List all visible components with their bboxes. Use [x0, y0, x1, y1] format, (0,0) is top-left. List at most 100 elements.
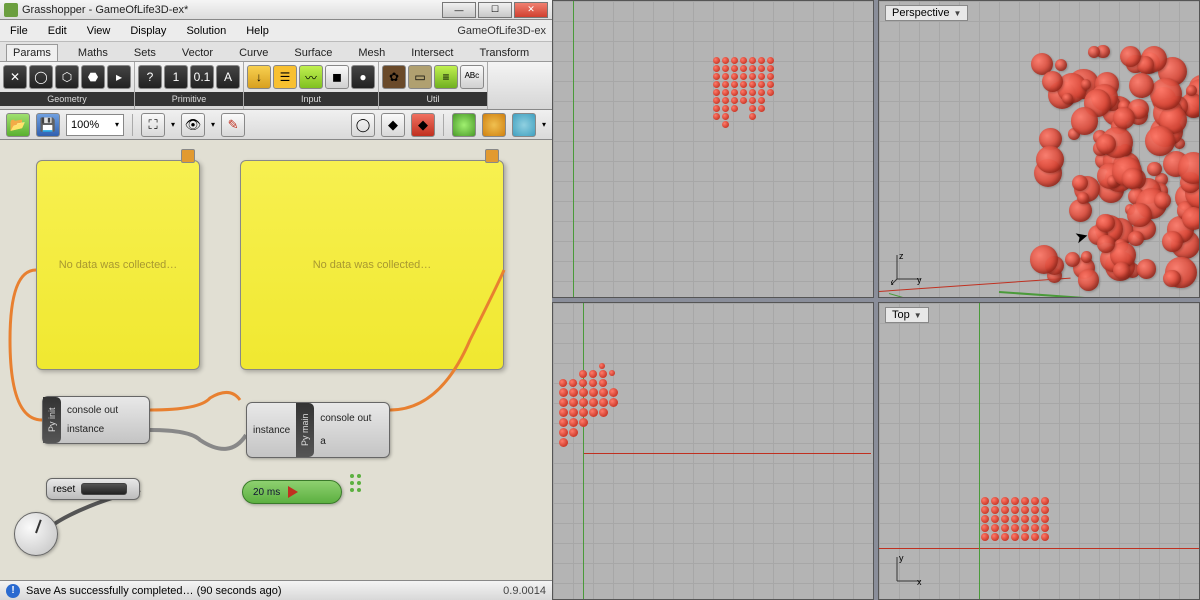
ribbon: ✕ ◯ ⬡ ⬣ ▸ Geometry ? 1 0.1 A Primitive ↓…	[0, 62, 552, 110]
ribbon-group-label: Primitive	[135, 92, 243, 106]
preview-button[interactable]: 👁	[181, 113, 205, 137]
zoom-input[interactable]: 100%▾	[66, 114, 124, 136]
node-output: console out	[320, 413, 371, 424]
input-icon[interactable]: ☰	[273, 65, 297, 89]
close-button[interactable]: ✕	[514, 2, 548, 18]
canvas[interactable]: No data was collected… No data was colle…	[0, 140, 552, 580]
svg-text:x: x	[891, 277, 894, 285]
geom-icon[interactable]: ✕	[3, 65, 27, 89]
prim-icon[interactable]: A	[216, 65, 240, 89]
panel-text: No data was collected…	[59, 259, 178, 271]
viewport-top[interactable]: Top▼ y x	[878, 302, 1200, 600]
geom-icon[interactable]: ◯	[29, 65, 53, 89]
secondary-toolbar: 📂 💾 100%▾ ⛶ ▾ 👁 ▾ ✎ ◯ ◆ ◆ ▾	[0, 110, 552, 140]
maximize-button[interactable]: ☐	[478, 2, 512, 18]
node-output: console out	[67, 405, 118, 416]
ribbon-group-label: Input	[244, 92, 378, 106]
chevron-down-icon: ▼	[953, 9, 961, 18]
open-button[interactable]: 📂	[6, 113, 30, 137]
slider-label: reset	[53, 484, 75, 495]
tab-maths[interactable]: Maths	[72, 45, 114, 61]
python-init-component[interactable]: Py init console out instance	[42, 396, 150, 444]
save-button[interactable]: 💾	[36, 113, 60, 137]
color-green-button[interactable]	[452, 113, 476, 137]
tab-params[interactable]: Params	[6, 44, 58, 61]
document-name: GameOfLife3D-ex	[457, 25, 546, 37]
node-output: a	[320, 436, 371, 447]
grasshopper-window: Grasshopper - GameOfLife3D-ex* — ☐ ✕ Fil…	[0, 0, 552, 600]
version-label: 0.9.0014	[503, 585, 546, 597]
sketch-button[interactable]: ✎	[221, 113, 245, 137]
menubar: File Edit View Display Solution Help Gam…	[0, 20, 552, 42]
util-icon[interactable]: ᴬᴮᶜ	[460, 65, 484, 89]
node-header: Py main	[296, 403, 314, 457]
menu-file[interactable]: File	[6, 23, 32, 39]
viewport-label[interactable]: Top▼	[885, 307, 929, 323]
tab-intersect[interactable]: Intersect	[405, 45, 459, 61]
input-icon[interactable]: 〰	[299, 65, 323, 89]
prim-icon[interactable]: 1	[164, 65, 188, 89]
geom-icon[interactable]: ▸	[107, 65, 131, 89]
timer-component[interactable]: 20 ms	[242, 480, 342, 504]
node-header: Py init	[43, 397, 61, 443]
color-orange-button[interactable]	[482, 113, 506, 137]
viewport-front[interactable]: /*placeholder*/	[552, 0, 874, 298]
geom-icon[interactable]: ⬡	[55, 65, 79, 89]
render-button[interactable]: ◆	[411, 113, 435, 137]
panel-component[interactable]: No data was collected…	[36, 160, 200, 370]
minimize-button[interactable]: —	[442, 2, 476, 18]
panel-component[interactable]: No data was collected…	[240, 160, 504, 370]
menu-display[interactable]: Display	[126, 23, 170, 39]
prim-icon[interactable]: ?	[138, 65, 162, 89]
viewport-perspective[interactable]: Perspective▼ z y x ➤	[878, 0, 1200, 298]
slider-track[interactable]	[81, 483, 127, 495]
tab-curve[interactable]: Curve	[233, 45, 274, 61]
util-icon[interactable]: ≡	[434, 65, 458, 89]
node-input: instance	[253, 425, 290, 436]
geom-icon[interactable]: ⬣	[81, 65, 105, 89]
info-icon: !	[6, 584, 20, 598]
play-icon	[288, 486, 298, 498]
input-icon[interactable]: ◼	[325, 65, 349, 89]
ribbon-tabs: Params Maths Sets Vector Curve Surface M…	[0, 42, 552, 62]
svg-text:x: x	[917, 577, 922, 587]
zoom-extents-button[interactable]: ⛶	[141, 113, 165, 137]
util-icon[interactable]: ▭	[408, 65, 432, 89]
axis-indicator: z y x	[891, 249, 927, 285]
menu-solution[interactable]: Solution	[182, 23, 230, 39]
python-main-component[interactable]: instance Py main console out a	[246, 402, 390, 458]
status-message: Save As successfully completed… (90 seco…	[26, 585, 282, 597]
wireframe-button[interactable]: ◯	[351, 113, 375, 137]
color-cyan-button[interactable]	[512, 113, 536, 137]
tab-vector[interactable]: Vector	[176, 45, 219, 61]
shaded-button[interactable]: ◆	[381, 113, 405, 137]
panel-tab-icon	[181, 149, 195, 163]
viewport-label[interactable]: Perspective▼	[885, 5, 968, 21]
panel-text: No data was collected…	[313, 259, 432, 271]
viewport-right[interactable]	[552, 302, 874, 600]
window-title: Grasshopper - GameOfLife3D-ex*	[22, 4, 442, 16]
statusbar: ! Save As successfully completed… (90 se…	[0, 580, 552, 600]
util-icon[interactable]: ✿	[382, 65, 406, 89]
svg-text:y: y	[899, 553, 904, 563]
node-output: instance	[67, 424, 118, 435]
prim-icon[interactable]: 0.1	[190, 65, 214, 89]
axis-indicator: y x	[891, 551, 927, 587]
tab-surface[interactable]: Surface	[288, 45, 338, 61]
compass-widget[interactable]	[14, 512, 58, 556]
menu-edit[interactable]: Edit	[44, 23, 71, 39]
geometry-preview	[1029, 41, 1200, 298]
tab-transform[interactable]: Transform	[473, 45, 535, 61]
svg-text:y: y	[917, 275, 922, 285]
input-icon[interactable]: ↓	[247, 65, 271, 89]
tab-mesh[interactable]: Mesh	[352, 45, 391, 61]
menu-help[interactable]: Help	[242, 23, 273, 39]
reset-toggle[interactable]: reset	[46, 478, 140, 500]
ribbon-group-label: Util	[379, 92, 487, 106]
tab-sets[interactable]: Sets	[128, 45, 162, 61]
menu-view[interactable]: View	[83, 23, 115, 39]
panel-tab-icon	[485, 149, 499, 163]
input-icon[interactable]: ●	[351, 65, 375, 89]
grasshopper-icon	[4, 3, 18, 17]
svg-text:z: z	[899, 251, 904, 261]
